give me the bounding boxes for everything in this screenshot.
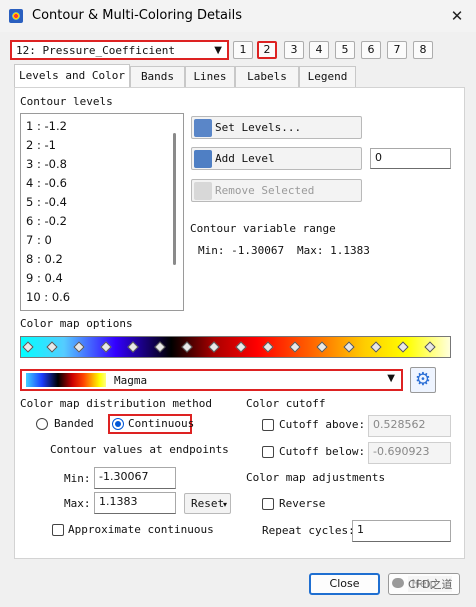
close-button[interactable]: Close: [309, 573, 380, 595]
variable-range-min: Min: -1.30067: [198, 244, 285, 257]
cutoff-below-checkbox[interactable]: [262, 446, 274, 458]
list-item[interactable]: 4 : -0.6: [26, 176, 67, 190]
tab-lines[interactable]: Lines: [185, 66, 235, 87]
continuous-radio[interactable]: [112, 418, 124, 430]
variable-range-max: Max: 1.1383: [297, 244, 370, 257]
watermark-text: CFD之道: [408, 576, 453, 592]
watermark-logo-icon: [392, 578, 404, 588]
reset-button[interactable]: Reset ▾: [184, 493, 231, 514]
list-item[interactable]: 2 : -1: [26, 138, 56, 152]
color-map-name: Magma: [114, 374, 148, 387]
contour-levels-label: Contour levels: [20, 95, 113, 108]
endpoints-label: Contour values at endpoints: [50, 443, 229, 456]
chevron-down-icon: ▼: [387, 373, 395, 384]
repeat-cycles-label: Repeat cycles:: [262, 524, 355, 537]
control-point-marker[interactable]: [22, 341, 34, 353]
control-point-marker[interactable]: [262, 341, 274, 353]
continuous-label: Continuous: [128, 417, 195, 430]
remove-selected-button[interactable]: Remove Selected: [191, 179, 362, 202]
min-label: Min:: [64, 472, 91, 485]
levels-scrollbar[interactable]: [173, 133, 176, 265]
color-map-swatch: [26, 373, 106, 387]
max-label: Max:: [64, 497, 91, 510]
reverse-label: Reverse: [279, 497, 326, 510]
control-point-marker[interactable]: [343, 341, 355, 353]
cutoff-above-label: Cutoff above:: [279, 418, 366, 431]
app-icon: [9, 9, 23, 23]
banded-radio[interactable]: [36, 418, 48, 430]
control-point-marker[interactable]: [181, 341, 193, 353]
tab-legend[interactable]: Legend: [299, 66, 356, 87]
contour-group-select[interactable]: 12: Pressure_Coefficient ▼: [10, 40, 229, 60]
control-point-marker[interactable]: [208, 341, 220, 353]
list-item[interactable]: 8 : 0.2: [26, 252, 63, 266]
group-button-1[interactable]: 1: [233, 41, 253, 59]
add-level-value-input[interactable]: 0: [370, 148, 451, 169]
tab-levels-and-color[interactable]: Levels and Color: [14, 64, 130, 87]
control-point-marker[interactable]: [316, 341, 328, 353]
add-level-button[interactable]: Add Level: [191, 147, 362, 170]
endpoint-max-input[interactable]: 1.1383: [94, 492, 176, 514]
endpoint-min-input[interactable]: -1.30067: [94, 467, 176, 489]
distribution-method-label: Color map distribution method: [20, 397, 213, 410]
control-point-marker[interactable]: [100, 341, 112, 353]
control-point-marker[interactable]: [73, 341, 85, 353]
banded-label: Banded: [54, 417, 94, 430]
list-item[interactable]: 1 : -1.2: [26, 119, 67, 133]
color-map-select[interactable]: Magma ▼: [20, 369, 403, 391]
list-item[interactable]: 9 : 0.4: [26, 271, 63, 285]
group-button-5[interactable]: 5: [335, 41, 355, 59]
group-button-7[interactable]: 7: [387, 41, 407, 59]
color-map-bar[interactable]: [20, 336, 451, 358]
group-button-2[interactable]: 2: [257, 41, 277, 59]
control-point-marker[interactable]: [370, 341, 382, 353]
dropdown-arrow-icon: ▾: [223, 500, 228, 509]
reverse-checkbox[interactable]: [262, 498, 274, 510]
control-point-marker[interactable]: [46, 341, 58, 353]
cutoff-above-input[interactable]: 0.528562: [368, 415, 451, 437]
control-point-marker[interactable]: [397, 341, 409, 353]
remove-selected-icon: [194, 182, 212, 200]
list-item[interactable]: 5 : -0.4: [26, 195, 67, 209]
control-point-marker[interactable]: [235, 341, 247, 353]
repeat-cycles-input[interactable]: 1: [352, 520, 451, 542]
tab-labels[interactable]: Labels: [235, 66, 299, 87]
cutoff-below-input[interactable]: -0.690923: [368, 442, 451, 464]
group-button-8[interactable]: 8: [413, 41, 433, 59]
control-point-marker[interactable]: [154, 341, 166, 353]
approximate-continuous-label: Approximate continuous: [68, 523, 214, 536]
set-levels-button[interactable]: Set Levels...: [191, 116, 362, 139]
color-map-adjustments-label: Color map adjustments: [246, 471, 386, 484]
add-level-icon: [194, 150, 212, 168]
list-item[interactable]: 7 : 0: [26, 233, 52, 247]
variable-range-label: Contour variable range: [190, 222, 336, 235]
control-point-marker[interactable]: [289, 341, 301, 353]
contour-levels-list[interactable]: 1 : -1.2 2 : -1 3 : -0.8 4 : -0.6 5 : -0…: [20, 113, 184, 311]
control-point-marker[interactable]: [127, 341, 139, 353]
control-point-marker[interactable]: [424, 341, 436, 353]
reset-label: Reset: [191, 497, 225, 510]
list-item[interactable]: 10 : 0.6: [26, 290, 70, 304]
gear-icon[interactable]: ⚙: [410, 367, 436, 393]
color-cutoff-label: Color cutoff: [246, 397, 326, 410]
tab-bands[interactable]: Bands: [130, 66, 185, 87]
set-levels-icon: [194, 119, 212, 137]
group-button-3[interactable]: 3: [284, 41, 304, 59]
window-title: Contour & Multi-Coloring Details: [32, 8, 243, 23]
cutoff-below-label: Cutoff below:: [279, 445, 366, 458]
group-button-6[interactable]: 6: [361, 41, 381, 59]
list-item[interactable]: 6 : -0.2: [26, 214, 67, 228]
list-item[interactable]: 3 : -0.8: [26, 157, 67, 171]
group-button-4[interactable]: 4: [309, 41, 329, 59]
approximate-continuous-checkbox[interactable]: [52, 524, 64, 536]
chevron-down-icon: ▼: [214, 45, 222, 56]
set-levels-label: Set Levels...: [215, 121, 302, 134]
add-level-label: Add Level: [215, 152, 275, 165]
remove-selected-label: Remove Selected: [215, 184, 315, 197]
contour-group-value: 12: Pressure_Coefficient: [16, 44, 175, 57]
close-window-icon[interactable]: ✕: [446, 6, 468, 26]
color-map-options-label: Color map options: [20, 317, 133, 330]
cutoff-above-checkbox[interactable]: [262, 419, 274, 431]
